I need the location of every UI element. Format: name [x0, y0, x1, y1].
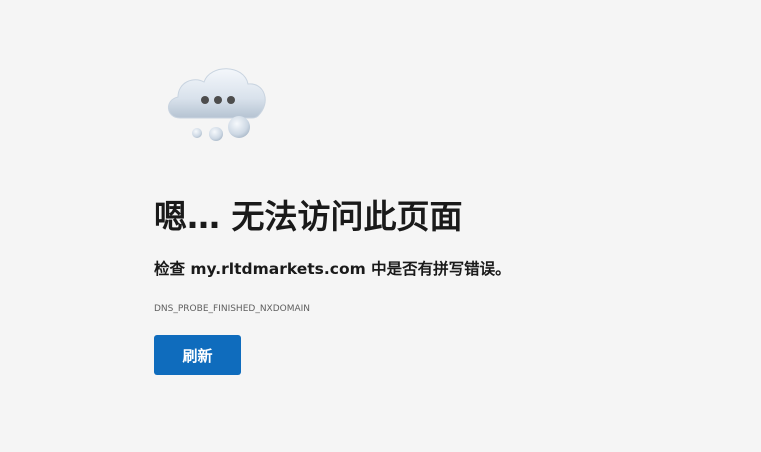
dot-icon — [214, 96, 222, 104]
dot-icon — [201, 96, 209, 104]
refresh-button[interactable]: 刷新 — [154, 335, 241, 375]
page-title: 嗯… 无法访问此页面 — [154, 197, 463, 236]
error-code: DNS_PROBE_FINISHED_NXDOMAIN — [154, 304, 311, 314]
thinking-cloud-icon — [168, 68, 266, 141]
error-message: 检查 my.rltdmarkets.com 中是否有拼写错误。 — [154, 260, 511, 278]
error-page: 嗯… 无法访问此页面 检查 my.rltdmarkets.com 中是否有拼写错… — [0, 0, 761, 452]
dot-icon — [227, 96, 235, 104]
